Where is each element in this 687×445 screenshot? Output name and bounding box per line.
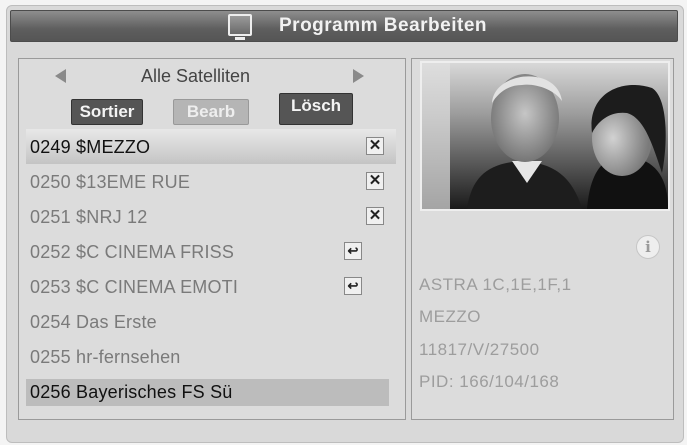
- triangle-right-icon[interactable]: [353, 69, 364, 83]
- channel-row[interactable]: 0250 $13EME RUE ✕: [26, 164, 396, 199]
- channel-info: MEZZO: [419, 307, 481, 326]
- pid-info: PID: 166/104/168: [419, 372, 560, 391]
- title-bar: Programm Bearbeiten: [10, 10, 678, 42]
- channel-row[interactable]: 0253 $C CINEMA EMOTI ↩: [26, 269, 396, 304]
- channel-label: 0249 $MEZZO: [30, 137, 151, 157]
- channel-list-panel: Alle Satelliten Sortier Bearb Lösch 0249…: [18, 58, 406, 420]
- tv-icon: [228, 14, 252, 40]
- channel-label: 0255 hr-fernsehen: [30, 347, 181, 367]
- channel-row[interactable]: 0252 $C CINEMA FRISS ↩: [26, 234, 396, 269]
- info-icon: i: [636, 235, 660, 259]
- delete-mark-icon[interactable]: ✕: [366, 207, 384, 225]
- sortier-button[interactable]: Sortier: [71, 99, 143, 125]
- channel-label: 0250 $13EME RUE: [30, 172, 191, 192]
- channel-label: 0252 $C CINEMA FRISS: [30, 242, 235, 262]
- channel-label: 0254 Das Erste: [30, 312, 157, 332]
- channel-label: 0253 $C CINEMA EMOTI: [30, 277, 239, 297]
- video-frame-image: [422, 63, 668, 209]
- channel-list: 0249 $MEZZO ✕ 0250 $13EME RUE ✕ 0251 $NR…: [26, 129, 396, 409]
- satellite-info: ASTRA 1C,1E,1F,1: [419, 275, 572, 294]
- channel-row[interactable]: 0254 Das Erste: [26, 304, 396, 339]
- page-title: Programm Bearbeiten: [279, 15, 488, 36]
- delete-mark-icon[interactable]: ✕: [366, 137, 384, 155]
- satellite-label: Alle Satelliten: [141, 66, 251, 86]
- delete-mark-icon[interactable]: ✕: [366, 172, 384, 190]
- triangle-left-icon[interactable]: [55, 69, 66, 83]
- losch-button[interactable]: Lösch: [279, 93, 353, 125]
- channel-label: 0251 $NRJ 12: [30, 207, 148, 227]
- video-preview: [420, 61, 670, 211]
- channel-row[interactable]: 0255 hr-fernsehen: [26, 339, 396, 374]
- channel-row[interactable]: 0251 $NRJ 12 ✕: [26, 199, 396, 234]
- transponder-info: 11817/V/27500: [419, 340, 540, 359]
- details-panel: i ASTRA 1C,1E,1F,1 MEZZO 11817/V/27500 P…: [411, 58, 674, 420]
- channel-row[interactable]: 0256 Bayerisches FS Sü: [26, 374, 396, 409]
- channel-row[interactable]: 0249 $MEZZO ✕: [26, 129, 396, 164]
- move-mark-icon[interactable]: ↩: [344, 277, 362, 295]
- channel-label: 0256 Bayerisches FS Sü: [30, 382, 233, 402]
- satellite-selector[interactable]: Alle Satelliten: [19, 63, 405, 89]
- move-mark-icon[interactable]: ↩: [344, 242, 362, 260]
- bearb-button[interactable]: Bearb: [173, 99, 249, 125]
